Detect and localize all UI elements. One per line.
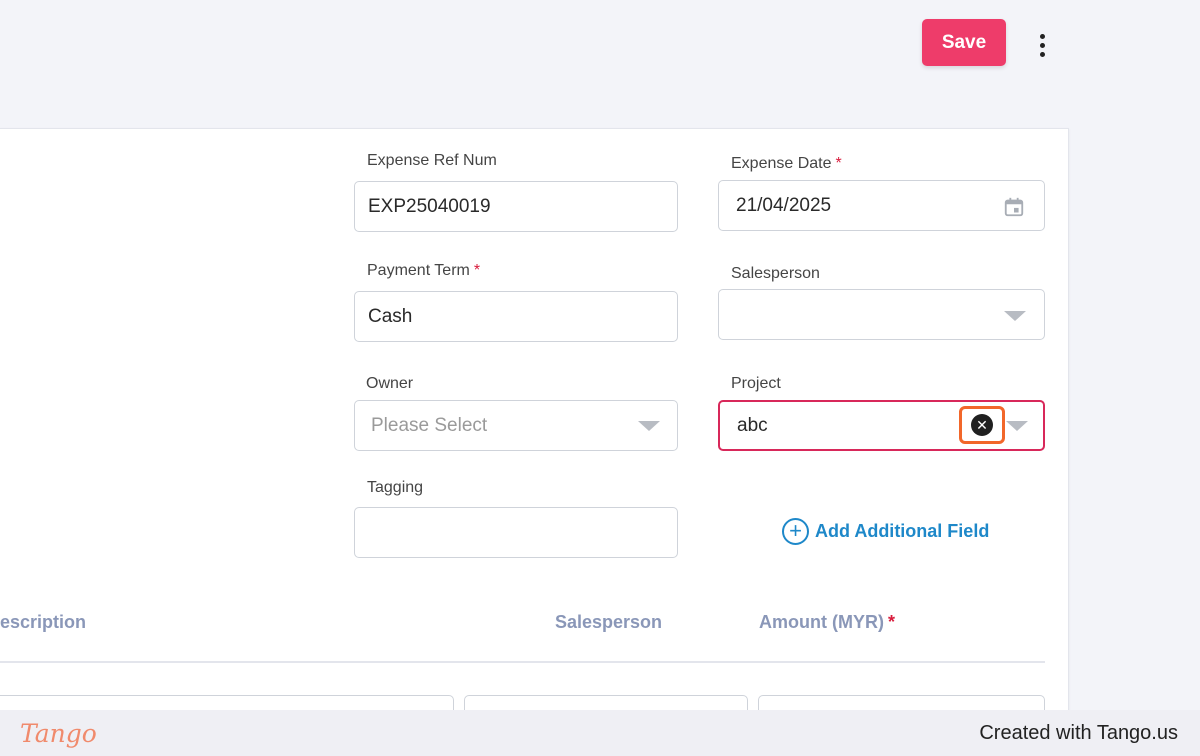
tango-logo: Tango [20, 718, 97, 748]
plus-circle-icon: + [782, 517, 809, 545]
save-button[interactable]: Save [922, 19, 1006, 66]
owner-placeholder: Please Select [371, 414, 488, 436]
expense-ref-num-value: EXP25040019 [368, 195, 491, 217]
salesperson-label: Salesperson [731, 265, 820, 282]
expense-date-label: Expense Date * [731, 155, 842, 172]
add-additional-field-button[interactable]: + Add Additional Field [782, 517, 989, 545]
add-additional-field-label: Add Additional Field [815, 520, 990, 541]
tagging-label: Tagging [367, 479, 424, 496]
table-header-divider [0, 661, 1045, 663]
calendar-icon[interactable] [1003, 196, 1025, 218]
more-options-icon[interactable] [1030, 30, 1054, 60]
tagging-field[interactable] [354, 507, 678, 558]
owner-label: Owner [366, 375, 414, 392]
project-label: Project [731, 375, 781, 392]
top-toolbar: Save [0, 0, 1200, 128]
column-header-description: escription [0, 612, 87, 632]
tango-credit[interactable]: Created with Tango.us [979, 722, 1178, 745]
expense-ref-num-label: Expense Ref Num [367, 152, 497, 169]
salesperson-chevron-down-icon[interactable] [1004, 311, 1026, 321]
payment-term-value: Cash [368, 305, 413, 327]
project-value: abc [737, 414, 768, 436]
tango-footer: Tango Created with Tango.us [0, 710, 1200, 756]
project-chevron-down-icon[interactable] [1006, 421, 1028, 431]
clear-selection-highlight[interactable]: ✕ [959, 406, 1005, 444]
payment-term-field[interactable]: Cash [354, 291, 678, 342]
owner-select[interactable]: Please Select [354, 400, 678, 451]
column-header-salesperson: Salesperson [555, 612, 663, 632]
salesperson-select[interactable] [718, 289, 1045, 340]
expense-date-value: 21/04/2025 [736, 194, 832, 216]
expense-date-field[interactable]: 21/04/2025 [718, 180, 1045, 231]
clear-x-icon[interactable]: ✕ [971, 414, 993, 436]
payment-term-label: Payment Term * [367, 262, 481, 279]
expense-ref-num-field[interactable]: EXP25040019 [354, 181, 678, 232]
column-header-amount: Amount (MYR) * [759, 612, 895, 632]
owner-chevron-down-icon[interactable] [638, 421, 660, 431]
